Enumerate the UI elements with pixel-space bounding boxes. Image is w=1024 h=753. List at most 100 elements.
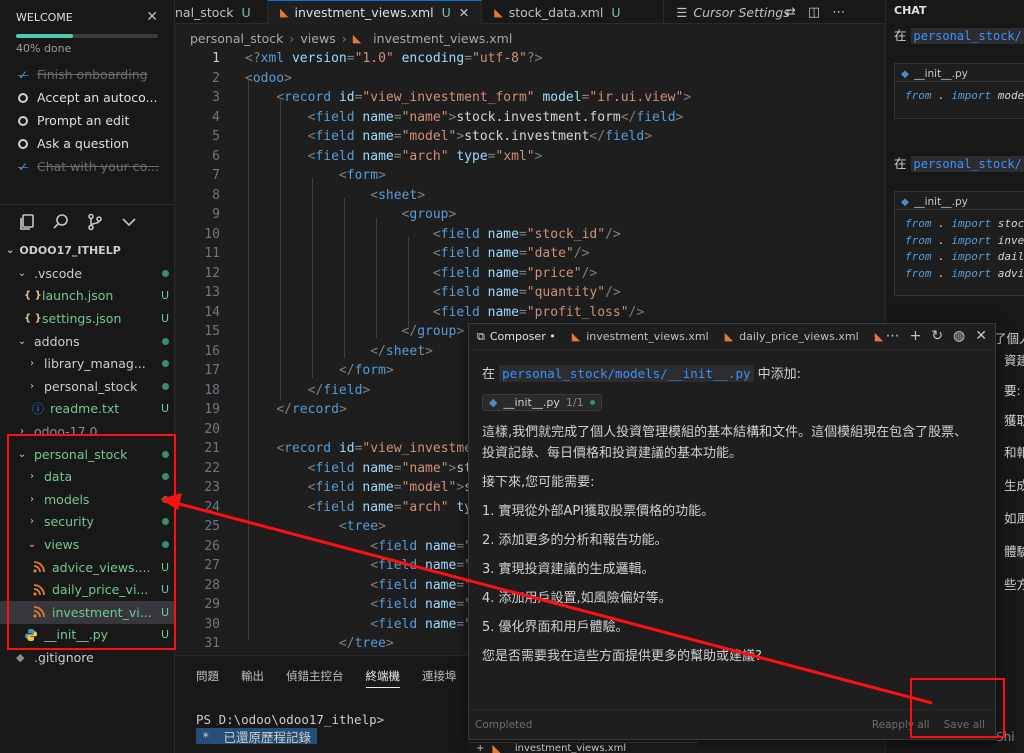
tree-folder-vscode[interactable]: ⌄ .vscode xyxy=(0,262,175,285)
tab-composer[interactable]: ⧉ Composer • xyxy=(469,324,564,350)
explorer-project-header[interactable]: ⌄ ODOO17_ITHELP xyxy=(0,240,175,260)
line-number: 13 xyxy=(204,285,220,300)
chevron-down-icon: ⌄ xyxy=(17,448,27,460)
tree-folder-addons-personal-stock[interactable]: › personal_stock xyxy=(0,375,175,398)
rss-xml-icon: ◣ xyxy=(280,6,289,19)
tab-problems[interactable]: 問題 xyxy=(196,668,219,688)
composer-status: Completed xyxy=(475,718,533,731)
chevron-down-icon[interactable] xyxy=(120,213,138,231)
tab-composer-investment-views[interactable]: ◣ investment_views.xml xyxy=(564,324,717,350)
onboarding-step[interactable]: ✓ Chat with your co... xyxy=(0,155,174,178)
code-token: import xyxy=(951,217,992,230)
tree-file-init-py[interactable]: __init__.py U xyxy=(0,624,175,647)
onboarding-step[interactable]: Ask a question xyxy=(0,132,174,155)
code-block-header: ◆ __init__.py xyxy=(895,192,1024,210)
close-icon[interactable]: ✕ xyxy=(975,328,987,344)
chat-code-path[interactable]: personal_stock/ xyxy=(910,28,1024,44)
tree-folder-personal-stock[interactable]: ⌄ personal_stock xyxy=(0,443,175,466)
close-icon[interactable]: ✕ xyxy=(146,9,158,25)
chevron-down-icon: ⌄ xyxy=(17,335,27,347)
tree-item-label: launch.json xyxy=(42,288,114,304)
onboarding-step[interactable]: Prompt an edit xyxy=(0,109,174,132)
tree-folder-data[interactable]: › data xyxy=(0,465,175,488)
more-icon[interactable]: ⋯ xyxy=(832,5,845,20)
tree-folder-odoo-17[interactable]: › odoo-17.0 xyxy=(0,420,175,443)
chevron-down-icon: ⌄ xyxy=(27,538,37,550)
reapply-all-button[interactable]: Reapply all xyxy=(872,719,930,731)
tree-file-advice-views[interactable]: advice_views.... U xyxy=(0,556,175,579)
tree-file-launch-json[interactable]: { } launch.json U xyxy=(0,285,175,308)
restore-text: 已還原歷程記錄 xyxy=(223,729,312,745)
save-all-button[interactable]: Save all xyxy=(944,719,985,731)
search-icon[interactable] xyxy=(52,213,70,231)
tab-output[interactable]: 輸出 xyxy=(241,668,264,688)
chat-text-fragment: 和報 xyxy=(1004,445,1024,460)
breadcrumb-item[interactable]: personal_stock xyxy=(190,31,283,46)
tree-item-label: readme.txt xyxy=(50,401,120,417)
tree-folder-models[interactable]: › models xyxy=(0,488,175,511)
status-dot xyxy=(589,400,595,405)
tab-ports[interactable]: 連接埠 xyxy=(422,668,457,688)
code-line-25: <tree> xyxy=(338,519,386,534)
intro-code-path[interactable]: personal_stock/models/__init__.py xyxy=(499,365,754,382)
files-icon[interactable] xyxy=(18,213,36,231)
tree-item-label: models xyxy=(44,491,90,507)
code-token: import xyxy=(951,250,992,263)
history-icon[interactable]: ↻ xyxy=(931,328,943,344)
onboarding-step[interactable]: ✓ Finish onboarding xyxy=(0,63,174,86)
tree-file-settings-json[interactable]: { } settings.json U xyxy=(0,307,175,330)
chat-code-block: ◆ __init__.py from . import mode xyxy=(894,63,1024,119)
chevron-right-icon: › xyxy=(30,471,34,483)
code-token: . xyxy=(938,89,945,102)
chevron-right-icon: › xyxy=(30,358,34,370)
close-icon[interactable]: ✕ xyxy=(459,5,469,20)
tree-file-daily-price-views[interactable]: daily_price_vi... U xyxy=(0,578,175,601)
onboarding-step[interactable]: Accept an autoco... xyxy=(0,86,174,109)
bottom-tab-label[interactable]: investment_views.xml xyxy=(515,743,626,753)
tree-folder-library-management[interactable]: › library_manag... xyxy=(0,352,175,375)
line-number: 23 xyxy=(204,480,220,495)
tree-folder-addons[interactable]: ⌄ addons xyxy=(0,330,175,353)
tab-personal-stock[interactable]: nal_stock U xyxy=(175,0,268,24)
tab-debug-console[interactable]: 偵錯主控台 xyxy=(286,668,344,688)
tab-terminal[interactable]: 終端機 xyxy=(365,668,400,688)
tab-composer-daily-price-views[interactable]: ◣ daily_price_views.xml xyxy=(717,324,867,350)
tree-item-label: personal_stock xyxy=(44,378,138,394)
line-number: 8 xyxy=(212,187,220,203)
plus-icon[interactable]: + xyxy=(476,743,484,753)
code-line-17: </form> xyxy=(338,363,394,378)
tree-file-readme[interactable]: ⓘ readme.txt U xyxy=(0,398,175,421)
file-change-chip[interactable]: ◆ __init__.py 1/1 xyxy=(482,394,602,411)
git-status-dot xyxy=(155,335,175,348)
rss-xml-icon xyxy=(33,606,45,618)
git-status-dot xyxy=(155,470,175,483)
bottom-tab-strip: + ◣ investment_views.xml xyxy=(468,742,698,753)
breadcrumb-item[interactable]: views xyxy=(300,31,335,46)
source-control-icon[interactable] xyxy=(86,213,104,231)
tree-file-investment-views[interactable]: investment_vi... U xyxy=(0,600,175,624)
intro-prefix: 在 xyxy=(482,367,496,382)
tab-stock-data[interactable]: ◣ stock_data.xml U xyxy=(482,0,665,24)
rss-xml-icon xyxy=(33,561,45,573)
compare-icon[interactable]: ⇄ xyxy=(785,5,796,20)
breadcrumb-item[interactable]: investment_views.xml xyxy=(373,31,512,46)
chevron-right-icon: › xyxy=(20,425,24,437)
code-token: mode xyxy=(997,89,1024,102)
tree-item-label: daily_price_vi... xyxy=(52,582,149,598)
more-icon[interactable]: ⋯ xyxy=(886,328,900,344)
chat-code-path[interactable]: personal_stock/ xyxy=(910,156,1024,172)
terminal-prompt[interactable]: PS D:\odoo\odoo17_ithelp> xyxy=(196,712,384,727)
line-number: 10 xyxy=(204,226,220,242)
chevron-right-icon: › xyxy=(30,516,34,528)
chat-line: 在 personal_stock/ xyxy=(894,153,1024,172)
tree-folder-views[interactable]: ⌄ views xyxy=(0,533,175,556)
settings-icon[interactable]: ◍ xyxy=(953,328,965,344)
check-icon: ✓ xyxy=(18,159,29,174)
code-line-10: <field name="stock_id"/> xyxy=(432,226,621,242)
plus-icon[interactable]: + xyxy=(910,328,922,344)
tree-file-gitignore[interactable]: ◆ .gitignore xyxy=(0,646,175,669)
tab-investment-views[interactable]: ◣ investment_views.xml U ✕ xyxy=(268,0,483,24)
tree-folder-security[interactable]: › security xyxy=(0,511,175,534)
tab-cursor-settings[interactable]: ☰ Cursor Settings xyxy=(664,0,801,24)
split-editor-icon[interactable]: ◫ xyxy=(808,5,820,20)
